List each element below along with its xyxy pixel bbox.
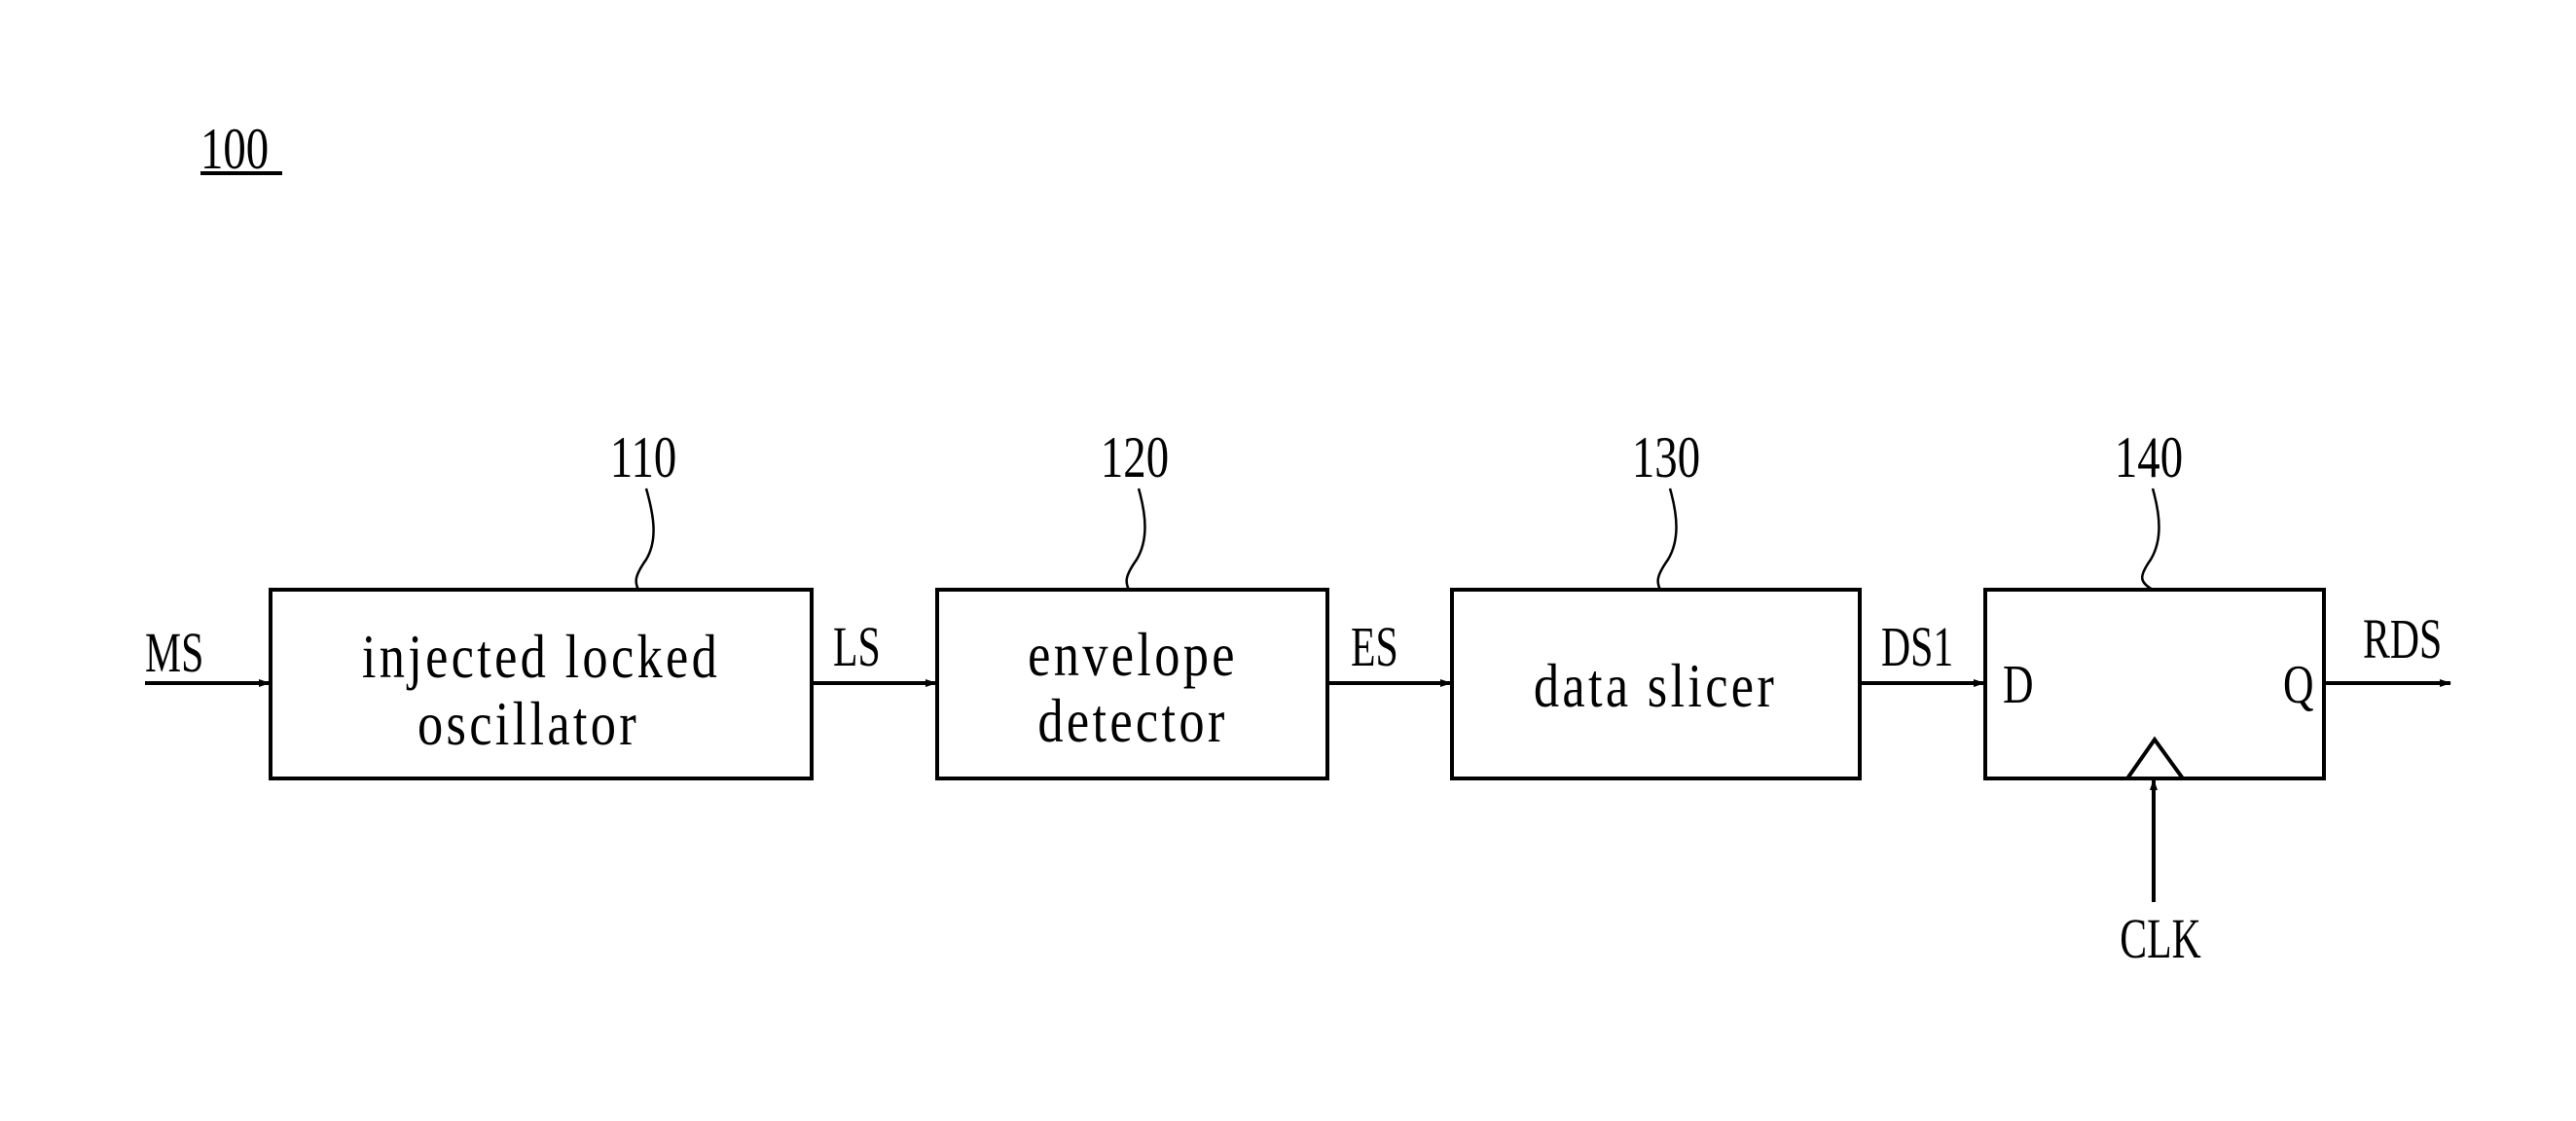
block-110-line-1: injected locked — [362, 622, 720, 691]
block-110-ref: 110 — [610, 424, 676, 489]
block-120-line-1: envelope — [1028, 620, 1238, 689]
signal-ls-label: LS — [833, 615, 881, 677]
signal-es-label: ES — [1351, 615, 1398, 677]
pin-d-label: D — [2003, 654, 2034, 714]
block-120-line-2: detector — [1037, 686, 1227, 755]
pin-q-label: Q — [2283, 654, 2314, 714]
block-130-leader — [1656, 488, 1678, 591]
block-110-leader — [635, 488, 655, 591]
signal-rds-label: RDS — [2363, 607, 2442, 669]
signal-clk-label: CLK — [2120, 907, 2200, 969]
clock-edge-triangle — [2125, 736, 2185, 780]
block-130-ref: 130 — [1632, 424, 1700, 489]
block-140-ref: 140 — [2115, 424, 2183, 489]
block-diagram: 100 injected locked oscillator 110 envel… — [145, 116, 2451, 970]
block-envelope-detector: envelope detector — [935, 588, 1329, 780]
signal-ms-label: MS — [145, 621, 203, 683]
block-120-leader — [1125, 488, 1146, 591]
block-110-line-2: oscillator — [417, 689, 639, 758]
block-120-ref: 120 — [1101, 424, 1169, 489]
block-injected-locked-oscillator: injected locked oscillator — [269, 588, 814, 780]
block-d-flip-flop: D Q — [1983, 588, 2326, 780]
block-data-slicer: data slicer — [1450, 588, 1862, 780]
block-140-leader — [2141, 488, 2160, 592]
signal-ds1-label: DS1 — [1881, 615, 1953, 677]
block-130-line-1: data slicer — [1534, 651, 1777, 720]
